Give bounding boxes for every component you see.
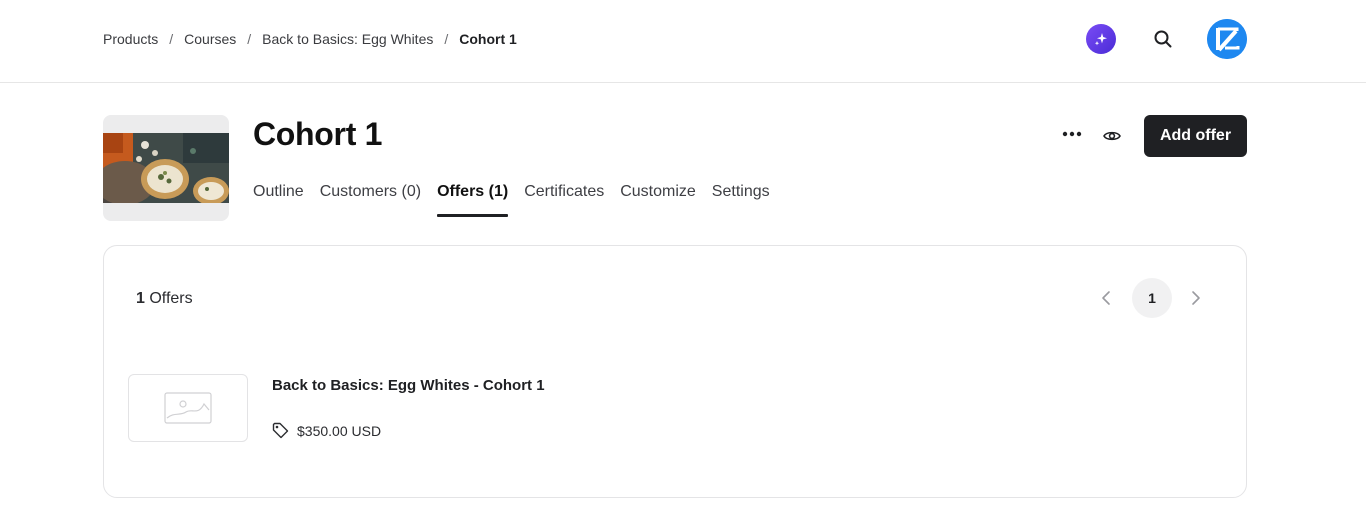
tab-offers[interactable]: Offers (1) xyxy=(437,183,509,217)
course-thumbnail[interactable] xyxy=(103,115,229,221)
page-title: Cohort 1 xyxy=(253,116,383,152)
breadcrumb-separator: / xyxy=(169,31,174,47)
image-placeholder-icon xyxy=(164,392,212,424)
course-image xyxy=(103,133,229,203)
offers-count: 1 Offers xyxy=(136,290,193,308)
brand-logo-icon xyxy=(1207,19,1247,59)
breadcrumb-separator: / xyxy=(444,31,449,47)
sparkle-icon xyxy=(1094,33,1107,46)
search-icon xyxy=(1154,30,1172,48)
offer-price-value: $350.00 USD xyxy=(297,422,382,439)
prev-page-button[interactable] xyxy=(1094,286,1118,310)
offer-list-item[interactable]: Back to Basics: Egg Whites - Cohort 1 $3… xyxy=(128,374,1224,444)
top-bar: Products / Courses / Back to Basics: Egg… xyxy=(0,0,1366,83)
breadcrumb-current: Cohort 1 xyxy=(459,31,517,47)
next-page-button[interactable] xyxy=(1184,286,1208,310)
breadcrumb-separator: / xyxy=(247,31,252,47)
breadcrumb-course[interactable]: Back to Basics: Egg Whites xyxy=(262,31,433,47)
offers-card: 1 Offers 1 Back to Basics: Egg Whites - … xyxy=(103,245,1247,498)
tab-customers[interactable]: Customers (0) xyxy=(320,183,421,217)
tab-outline[interactable]: Outline xyxy=(253,183,304,217)
breadcrumb-courses[interactable]: Courses xyxy=(184,31,236,47)
tab-bar: Outline Customers (0) Offers (1) Certifi… xyxy=(253,183,770,217)
offer-name[interactable]: Back to Basics: Egg Whites - Cohort 1 xyxy=(272,377,545,394)
preview-button[interactable] xyxy=(1100,125,1124,147)
search-button[interactable] xyxy=(1151,27,1175,51)
ai-assistant-button[interactable] xyxy=(1086,24,1116,54)
tab-certificates[interactable]: Certificates xyxy=(524,183,604,217)
offer-thumbnail xyxy=(128,374,248,442)
more-horizontal-icon xyxy=(1062,131,1082,137)
tab-settings[interactable]: Settings xyxy=(712,183,770,217)
breadcrumb: Products / Courses / Back to Basics: Egg… xyxy=(103,31,517,47)
price-tag-icon xyxy=(272,422,289,439)
offers-count-number: 1 xyxy=(136,290,145,307)
pagination: 1 xyxy=(1094,278,1208,318)
eye-icon xyxy=(1103,131,1121,141)
page-number[interactable]: 1 xyxy=(1132,278,1172,318)
offer-price: $350.00 USD xyxy=(272,422,381,439)
chevron-left-icon xyxy=(1102,291,1110,305)
chevron-right-icon xyxy=(1192,291,1200,305)
add-offer-button[interactable]: Add offer xyxy=(1144,115,1247,157)
breadcrumb-products[interactable]: Products xyxy=(103,31,158,47)
avatar[interactable] xyxy=(1207,19,1247,59)
more-options-button[interactable] xyxy=(1058,122,1086,146)
tab-customize[interactable]: Customize xyxy=(620,183,696,217)
offers-count-label: Offers xyxy=(149,290,193,307)
